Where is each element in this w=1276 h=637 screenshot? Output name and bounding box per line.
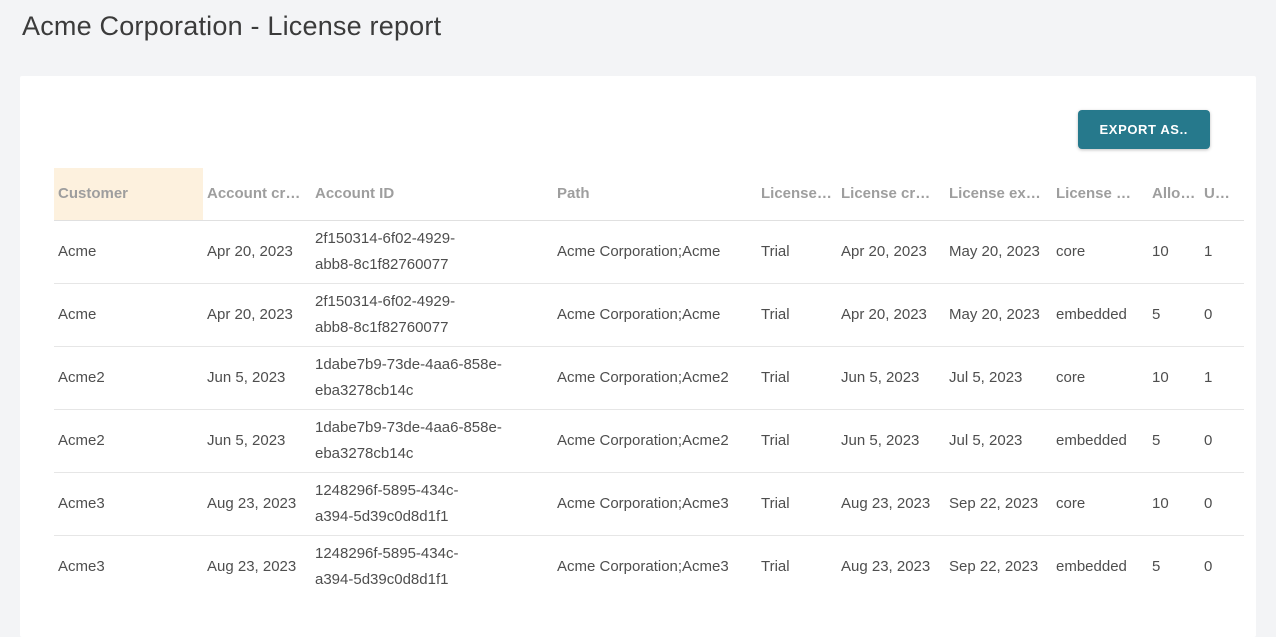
cell-customer: Acme3 <box>54 472 203 535</box>
cell-account-created: Jun 5, 2023 <box>203 409 311 472</box>
account-id-line: 2f150314-6f02-4929- <box>315 289 547 315</box>
cell-allowed: 10 <box>1148 220 1200 283</box>
cell-license-type: Trial <box>757 409 837 472</box>
cell-license-expiration: Sep 22, 2023 <box>945 535 1052 598</box>
column-header-license-model[interactable]: License … <box>1052 168 1148 220</box>
account-id-line: eba3278cb14c <box>315 441 547 467</box>
cell-license-expiration: Jul 5, 2023 <box>945 409 1052 472</box>
cell-license-model: core <box>1052 346 1148 409</box>
cell-license-created: Jun 5, 2023 <box>837 409 945 472</box>
cell-allowed: 5 <box>1148 535 1200 598</box>
cell-license-created: Aug 23, 2023 <box>837 472 945 535</box>
cell-account-id: 2f150314-6f02-4929-abb8-8c1f82760077 <box>311 220 553 283</box>
account-id-line: eba3278cb14c <box>315 378 547 404</box>
cell-license-type: Trial <box>757 220 837 283</box>
cell-license-type: Trial <box>757 535 837 598</box>
column-header-license-type[interactable]: License… <box>757 168 837 220</box>
cell-customer: Acme <box>54 220 203 283</box>
cell-license-created: Jun 5, 2023 <box>837 346 945 409</box>
cell-license-type: Trial <box>757 346 837 409</box>
cell-account-id: 2f150314-6f02-4929-abb8-8c1f82760077 <box>311 283 553 346</box>
column-header-used[interactable]: U… <box>1200 168 1244 220</box>
cell-license-expiration: Jul 5, 2023 <box>945 346 1052 409</box>
table-row: Acme Apr 20, 2023 2f150314-6f02-4929-abb… <box>54 220 1244 283</box>
column-header-account-created[interactable]: Account cr… <box>203 168 311 220</box>
cell-allowed: 5 <box>1148 283 1200 346</box>
cell-used: 1 <box>1200 346 1244 409</box>
cell-customer: Acme2 <box>54 409 203 472</box>
cell-license-expiration: Sep 22, 2023 <box>945 472 1052 535</box>
export-as-button[interactable]: EXPORT AS.. <box>1078 110 1210 149</box>
table-header-row: Customer Account cr… Account ID Path Lic… <box>54 168 1244 220</box>
cell-customer: Acme2 <box>54 346 203 409</box>
column-header-path[interactable]: Path <box>553 168 757 220</box>
cell-license-model: embedded <box>1052 409 1148 472</box>
table-row: Acme3 Aug 23, 2023 1248296f-5895-434c-a3… <box>54 472 1244 535</box>
cell-account-created: Aug 23, 2023 <box>203 472 311 535</box>
cell-used: 0 <box>1200 409 1244 472</box>
cell-account-created: Apr 20, 2023 <box>203 283 311 346</box>
column-header-license-created[interactable]: License cr… <box>837 168 945 220</box>
cell-account-id: 1248296f-5895-434c-a394-5d39c0d8d1f1 <box>311 472 553 535</box>
cell-account-created: Jun 5, 2023 <box>203 346 311 409</box>
account-id-line: abb8-8c1f82760077 <box>315 315 547 341</box>
cell-license-model: embedded <box>1052 283 1148 346</box>
cell-path: Acme Corporation;Acme <box>553 220 757 283</box>
account-id-line: 1dabe7b9-73de-4aa6-858e- <box>315 415 547 441</box>
account-id-line: abb8-8c1f82760077 <box>315 252 547 278</box>
table-row: Acme2 Jun 5, 2023 1dabe7b9-73de-4aa6-858… <box>54 409 1244 472</box>
cell-license-created: Apr 20, 2023 <box>837 220 945 283</box>
cell-license-expiration: May 20, 2023 <box>945 283 1052 346</box>
cell-license-created: Apr 20, 2023 <box>837 283 945 346</box>
table-row: Acme3 Aug 23, 2023 1248296f-5895-434c-a3… <box>54 535 1244 598</box>
cell-account-created: Apr 20, 2023 <box>203 220 311 283</box>
cell-account-id: 1dabe7b9-73de-4aa6-858e-eba3278cb14c <box>311 346 553 409</box>
cell-path: Acme Corporation;Acme <box>553 283 757 346</box>
cell-account-id: 1248296f-5895-434c-a394-5d39c0d8d1f1 <box>311 535 553 598</box>
cell-path: Acme Corporation;Acme2 <box>553 409 757 472</box>
cell-license-type: Trial <box>757 283 837 346</box>
cell-account-created: Aug 23, 2023 <box>203 535 311 598</box>
cell-allowed: 5 <box>1148 409 1200 472</box>
account-id-line: a394-5d39c0d8d1f1 <box>315 504 547 530</box>
cell-path: Acme Corporation;Acme2 <box>553 346 757 409</box>
account-id-line: 2f150314-6f02-4929- <box>315 226 547 252</box>
cell-customer: Acme <box>54 283 203 346</box>
column-header-license-expiration[interactable]: License ex… <box>945 168 1052 220</box>
cell-license-expiration: May 20, 2023 <box>945 220 1052 283</box>
cell-allowed: 10 <box>1148 472 1200 535</box>
cell-used: 0 <box>1200 283 1244 346</box>
report-card: EXPORT AS.. Customer Account cr… Account… <box>20 76 1256 637</box>
cell-used: 0 <box>1200 535 1244 598</box>
cell-customer: Acme3 <box>54 535 203 598</box>
account-id-line: a394-5d39c0d8d1f1 <box>315 567 547 593</box>
cell-license-created: Aug 23, 2023 <box>837 535 945 598</box>
cell-allowed: 10 <box>1148 346 1200 409</box>
column-header-account-id[interactable]: Account ID <box>311 168 553 220</box>
license-table: Customer Account cr… Account ID Path Lic… <box>54 168 1244 598</box>
cell-path: Acme Corporation;Acme3 <box>553 535 757 598</box>
column-header-allowed[interactable]: Allo… <box>1148 168 1200 220</box>
cell-used: 0 <box>1200 472 1244 535</box>
cell-account-id: 1dabe7b9-73de-4aa6-858e-eba3278cb14c <box>311 409 553 472</box>
cell-license-model: embedded <box>1052 535 1148 598</box>
account-id-line: 1dabe7b9-73de-4aa6-858e- <box>315 352 547 378</box>
cell-license-model: core <box>1052 472 1148 535</box>
cell-license-model: core <box>1052 220 1148 283</box>
account-id-line: 1248296f-5895-434c- <box>315 478 547 504</box>
cell-used: 1 <box>1200 220 1244 283</box>
table-row: Acme2 Jun 5, 2023 1dabe7b9-73de-4aa6-858… <box>54 346 1244 409</box>
account-id-line: 1248296f-5895-434c- <box>315 541 547 567</box>
cell-license-type: Trial <box>757 472 837 535</box>
page-title: Acme Corporation - License report <box>22 11 441 42</box>
table-row: Acme Apr 20, 2023 2f150314-6f02-4929-abb… <box>54 283 1244 346</box>
cell-path: Acme Corporation;Acme3 <box>553 472 757 535</box>
column-header-customer[interactable]: Customer <box>54 168 203 220</box>
